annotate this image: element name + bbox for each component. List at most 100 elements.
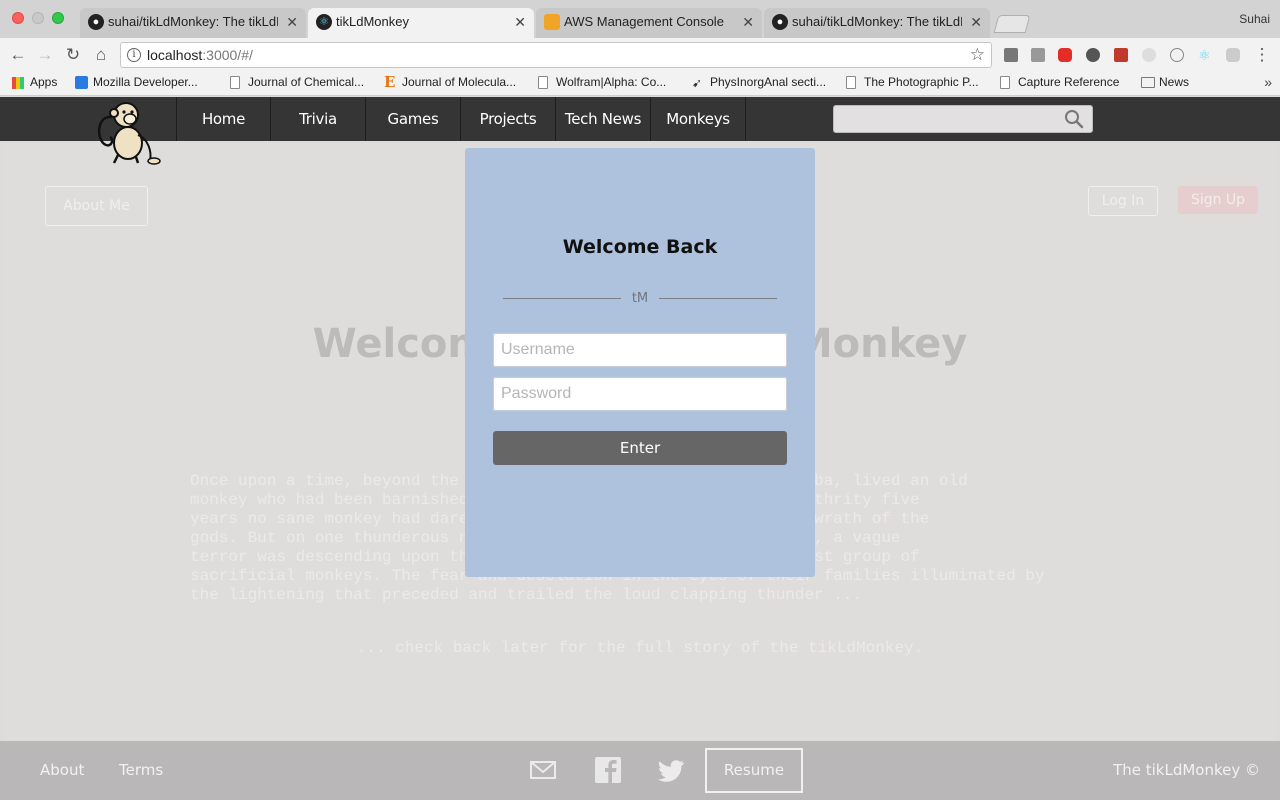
divider-line [659, 298, 777, 299]
github-icon: ● [88, 14, 104, 30]
elsevier-icon: E [384, 75, 396, 89]
new-tab-button[interactable] [993, 15, 1031, 33]
extension-icon[interactable] [1031, 48, 1045, 62]
copyright-text: The tikLdMonkey © [1113, 761, 1260, 779]
login-button[interactable]: Log In [1088, 186, 1158, 216]
window-maximize-button[interactable] [52, 12, 64, 24]
window-minimize-button[interactable] [32, 12, 44, 24]
footer-about-link[interactable]: About [40, 761, 84, 779]
url-text: localhost:3000/#/ [147, 47, 253, 63]
bookmark-label: Mozilla Developer... [93, 75, 198, 89]
username-field[interactable] [493, 333, 787, 367]
site-footer: About Terms Resume The tikLdMonkey © [0, 741, 1280, 800]
bookmark-label: The Photographic P... [864, 75, 979, 89]
divider-line [503, 298, 621, 299]
youtube-extension-icon[interactable] [1058, 48, 1072, 62]
tab-close-icon[interactable]: ✕ [514, 8, 526, 36]
tab-close-icon[interactable]: ✕ [742, 8, 754, 36]
bookmark-label: Apps [30, 75, 58, 89]
menu-kebab-icon[interactable]: ⋮ [1252, 45, 1272, 65]
tab-title: suhai/tikLdMonkey: The tikLdM [108, 14, 278, 29]
aws-cube-icon [544, 14, 560, 30]
extension-icon[interactable] [1142, 48, 1156, 62]
bookmark-item[interactable]: Mozilla Developer... [75, 75, 213, 89]
story-end-text: ... check back later for the full story … [356, 639, 924, 657]
tab-title: tikLdMonkey [336, 14, 409, 29]
browser-tab[interactable]: AWS Management Console ✕ [536, 8, 762, 38]
info-icon[interactable]: i [127, 48, 141, 62]
nav-item-games[interactable]: Games [366, 97, 461, 141]
login-modal: Welcome Back tM Enter [465, 148, 815, 577]
extension-icon[interactable] [1170, 48, 1184, 62]
page-icon [230, 76, 240, 89]
modal-title: Welcome Back [562, 236, 718, 258]
resume-button[interactable]: Resume [705, 748, 803, 793]
bookmark-label: News [1159, 75, 1190, 89]
back-arrow-icon[interactable]: ← [8, 45, 28, 65]
bookmark-item[interactable]: Journal of Chemical... [230, 75, 378, 89]
divider-label: tM [631, 291, 649, 306]
bookmark-label: Journal of Molecula... [402, 75, 517, 89]
nav-item-monkeys[interactable]: Monkeys [651, 97, 746, 141]
password-field[interactable] [493, 377, 787, 411]
apps-grid-icon [12, 77, 24, 89]
extension-icon[interactable] [1004, 48, 1018, 62]
tab-title: suhai/tikLdMonkey: The tikLdM [792, 14, 962, 29]
about-me-button[interactable]: About Me [45, 186, 148, 226]
bookmark-star-icon[interactable]: ☆ [970, 45, 985, 65]
signup-button[interactable]: Sign Up [1178, 186, 1258, 214]
page-icon [846, 76, 856, 89]
bookmark-item[interactable]: The Photographic P... [846, 75, 994, 89]
bookmark-label: Capture Reference [1018, 75, 1120, 89]
url-host: localhost [147, 47, 203, 63]
search-icon[interactable] [1064, 109, 1084, 129]
bookmark-item[interactable]: News [1141, 75, 1201, 89]
site-search [833, 105, 1093, 133]
bookmark-label: Journal of Chemical... [248, 75, 365, 89]
forward-arrow-icon[interactable]: → [35, 45, 55, 65]
home-icon[interactable]: ⌂ [91, 45, 111, 65]
bookmark-item[interactable]: ➹ PhysInorgAnal secti... [692, 75, 840, 89]
mail-icon[interactable] [529, 756, 557, 784]
browser-toolbar: ← → ↻ ⌂ i localhost:3000/#/ ☆ ⚛ ⋮ [0, 38, 1280, 72]
browser-tab[interactable]: ● suhai/tikLdMonkey: The tikLdM ✕ [764, 8, 990, 38]
bookmark-item[interactable]: Apps [12, 75, 68, 89]
bookmark-item[interactable]: E Journal of Molecula... [384, 75, 532, 89]
search-input[interactable] [834, 106, 1054, 132]
browser-tab-active[interactable]: ⚛ tikLdMonkey ✕ [308, 8, 534, 38]
extension-icon[interactable] [1114, 48, 1128, 62]
footer-terms-link[interactable]: Terms [119, 761, 163, 779]
extension-icon[interactable] [1086, 48, 1100, 62]
facebook-icon[interactable] [594, 756, 622, 784]
window-close-button[interactable] [12, 12, 24, 24]
browser-tab[interactable]: ● suhai/tikLdMonkey: The tikLdM ✕ [80, 8, 306, 38]
site-navbar: Home Trivia Games Projects Tech News Mon… [0, 97, 1280, 141]
bookmark-label: Wolfram|Alpha: Co... [556, 75, 667, 89]
bookmark-item[interactable]: Capture Reference [1000, 75, 1134, 89]
profile-name[interactable]: Suhai [1239, 12, 1270, 26]
url-path: :3000/#/ [202, 47, 253, 63]
react-devtools-icon[interactable]: ⚛ [1198, 48, 1212, 62]
nav-list: Home Trivia Games Projects Tech News Mon… [176, 97, 746, 141]
nav-item-projects[interactable]: Projects [461, 97, 556, 141]
address-bar[interactable]: i localhost:3000/#/ ☆ [120, 42, 992, 68]
bookmarks-overflow-icon[interactable]: » [1264, 74, 1272, 90]
tab-close-icon[interactable]: ✕ [286, 8, 298, 36]
tab-title: AWS Management Console [564, 14, 724, 29]
bird-icon: ➹ [692, 76, 703, 89]
tab-close-icon[interactable]: ✕ [970, 8, 982, 36]
extension-icon[interactable] [1226, 48, 1240, 62]
monkey-logo[interactable] [92, 99, 170, 165]
page-icon [538, 76, 548, 89]
reload-icon[interactable]: ↻ [63, 45, 83, 65]
nav-item-home[interactable]: Home [176, 97, 271, 141]
enter-button[interactable]: Enter [493, 431, 787, 465]
nav-item-tech-news[interactable]: Tech News [556, 97, 651, 141]
bookmarks-bar: Apps Mozilla Developer... Journal of Che… [0, 72, 1280, 96]
bookmark-label: PhysInorgAnal secti... [710, 75, 827, 89]
nav-item-trivia[interactable]: Trivia [271, 97, 366, 141]
page-icon [1000, 76, 1010, 89]
twitter-icon[interactable] [658, 756, 686, 784]
bookmark-item[interactable]: Wolfram|Alpha: Co... [538, 75, 680, 89]
github-icon: ● [772, 14, 788, 30]
